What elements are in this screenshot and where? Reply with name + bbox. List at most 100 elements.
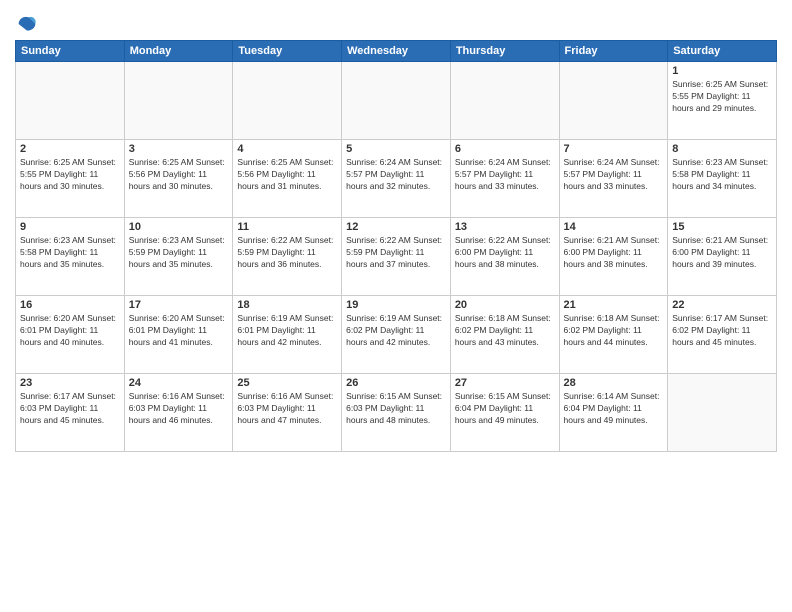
day-cell: 14 Sunrise: 6:21 AM Sunset: 6:00 PM Dayli… [559, 218, 668, 296]
day-number: 28 [564, 377, 664, 389]
day-cell: 9 Sunrise: 6:23 AM Sunset: 5:58 PM Daylig… [16, 218, 125, 296]
day-number: 11 [237, 221, 337, 233]
day-number: 22 [672, 299, 772, 311]
logo-icon [17, 14, 37, 34]
day-info: Sunrise: 6:22 AM Sunset: 6:00 PM Dayligh… [455, 235, 555, 271]
week-row-1: 1 Sunrise: 6:25 AM Sunset: 5:55 PM Daylig… [16, 62, 777, 140]
day-info: Sunrise: 6:24 AM Sunset: 5:57 PM Dayligh… [455, 157, 555, 193]
week-row-3: 9 Sunrise: 6:23 AM Sunset: 5:58 PM Daylig… [16, 218, 777, 296]
day-cell: 8 Sunrise: 6:23 AM Sunset: 5:58 PM Daylig… [668, 140, 777, 218]
day-cell: 5 Sunrise: 6:24 AM Sunset: 5:57 PM Daylig… [342, 140, 451, 218]
day-number: 6 [455, 143, 555, 155]
day-info: Sunrise: 6:23 AM Sunset: 5:58 PM Dayligh… [672, 157, 772, 193]
weekday-monday: Monday [124, 41, 233, 62]
day-number: 15 [672, 221, 772, 233]
day-number: 9 [20, 221, 120, 233]
day-cell: 26 Sunrise: 6:15 AM Sunset: 6:03 PM Dayli… [342, 374, 451, 452]
day-cell [668, 374, 777, 452]
day-number: 19 [346, 299, 446, 311]
weekday-wednesday: Wednesday [342, 41, 451, 62]
day-cell: 19 Sunrise: 6:19 AM Sunset: 6:02 PM Dayli… [342, 296, 451, 374]
day-number: 7 [564, 143, 664, 155]
day-number: 23 [20, 377, 120, 389]
weekday-thursday: Thursday [450, 41, 559, 62]
day-number: 13 [455, 221, 555, 233]
day-cell: 16 Sunrise: 6:20 AM Sunset: 6:01 PM Dayli… [16, 296, 125, 374]
day-info: Sunrise: 6:23 AM Sunset: 5:58 PM Dayligh… [20, 235, 120, 271]
weekday-sunday: Sunday [16, 41, 125, 62]
calendar-table: SundayMondayTuesdayWednesdayThursdayFrid… [15, 40, 777, 452]
day-cell: 24Sunrise: 6:16 AM Sunset: 6:03 PM Dayli… [124, 374, 233, 452]
day-number: 8 [672, 143, 772, 155]
day-info: Sunrise: 6:20 AM Sunset: 6:01 PM Dayligh… [20, 313, 120, 349]
day-cell: 3Sunrise: 6:25 AM Sunset: 5:56 PM Daylig… [124, 140, 233, 218]
day-info: Sunrise: 6:22 AM Sunset: 5:59 PM Dayligh… [237, 235, 337, 271]
day-cell [124, 62, 233, 140]
day-cell: 7 Sunrise: 6:24 AM Sunset: 5:57 PM Daylig… [559, 140, 668, 218]
day-info: Sunrise: 6:25 AM Sunset: 5:56 PM Dayligh… [129, 157, 229, 193]
day-cell: 2 Sunrise: 6:25 AM Sunset: 5:55 PM Daylig… [16, 140, 125, 218]
day-info: Sunrise: 6:16 AM Sunset: 6:03 PM Dayligh… [237, 391, 337, 427]
day-number: 2 [20, 143, 120, 155]
day-cell: 11 Sunrise: 6:22 AM Sunset: 5:59 PM Dayli… [233, 218, 342, 296]
day-info: Sunrise: 6:15 AM Sunset: 6:04 PM Dayligh… [455, 391, 555, 427]
weekday-saturday: Saturday [668, 41, 777, 62]
day-cell: 21 Sunrise: 6:18 AM Sunset: 6:02 PM Dayli… [559, 296, 668, 374]
day-cell [450, 62, 559, 140]
day-number: 1 [672, 65, 772, 77]
day-number: 21 [564, 299, 664, 311]
day-number: 5 [346, 143, 446, 155]
day-number: 24 [129, 377, 229, 389]
day-cell: 6 Sunrise: 6:24 AM Sunset: 5:57 PM Daylig… [450, 140, 559, 218]
day-info: Sunrise: 6:15 AM Sunset: 6:03 PM Dayligh… [346, 391, 446, 427]
day-number: 25 [237, 377, 337, 389]
day-info: Sunrise: 6:20 AM Sunset: 6:01 PM Dayligh… [129, 313, 229, 349]
day-info: Sunrise: 6:24 AM Sunset: 5:57 PM Dayligh… [564, 157, 664, 193]
day-cell: 22 Sunrise: 6:17 AM Sunset: 6:02 PM Dayli… [668, 296, 777, 374]
weekday-header-row: SundayMondayTuesdayWednesdayThursdayFrid… [16, 41, 777, 62]
day-number: 26 [346, 377, 446, 389]
logo [15, 14, 37, 34]
week-row-4: 16 Sunrise: 6:20 AM Sunset: 6:01 PM Dayli… [16, 296, 777, 374]
day-cell: 1 Sunrise: 6:25 AM Sunset: 5:55 PM Daylig… [668, 62, 777, 140]
day-number: 12 [346, 221, 446, 233]
day-cell: 15 Sunrise: 6:21 AM Sunset: 6:00 PM Dayli… [668, 218, 777, 296]
day-info: Sunrise: 6:14 AM Sunset: 6:04 PM Dayligh… [564, 391, 664, 427]
day-cell [342, 62, 451, 140]
day-cell: 25 Sunrise: 6:16 AM Sunset: 6:03 PM Dayli… [233, 374, 342, 452]
day-number: 16 [20, 299, 120, 311]
day-info: Sunrise: 6:21 AM Sunset: 6:00 PM Dayligh… [672, 235, 772, 271]
day-info: Sunrise: 6:24 AM Sunset: 5:57 PM Dayligh… [346, 157, 446, 193]
day-info: Sunrise: 6:19 AM Sunset: 6:01 PM Dayligh… [237, 313, 337, 349]
day-info: Sunrise: 6:18 AM Sunset: 6:02 PM Dayligh… [455, 313, 555, 349]
day-number: 10 [129, 221, 229, 233]
day-cell: 10 Sunrise: 6:23 AM Sunset: 5:59 PM Dayli… [124, 218, 233, 296]
day-info: Sunrise: 6:17 AM Sunset: 6:02 PM Dayligh… [672, 313, 772, 349]
day-number: 17 [129, 299, 229, 311]
day-number: 20 [455, 299, 555, 311]
day-info: Sunrise: 6:25 AM Sunset: 5:56 PM Dayligh… [237, 157, 337, 193]
day-info: Sunrise: 6:19 AM Sunset: 6:02 PM Dayligh… [346, 313, 446, 349]
day-cell: 23 Sunrise: 6:17 AM Sunset: 6:03 PM Dayli… [16, 374, 125, 452]
weekday-friday: Friday [559, 41, 668, 62]
day-info: Sunrise: 6:17 AM Sunset: 6:03 PM Dayligh… [20, 391, 120, 427]
day-number: 14 [564, 221, 664, 233]
week-row-5: 23 Sunrise: 6:17 AM Sunset: 6:03 PM Dayli… [16, 374, 777, 452]
day-cell: 20 Sunrise: 6:18 AM Sunset: 6:02 PM Dayli… [450, 296, 559, 374]
day-cell [233, 62, 342, 140]
day-info: Sunrise: 6:18 AM Sunset: 6:02 PM Dayligh… [564, 313, 664, 349]
weekday-tuesday: Tuesday [233, 41, 342, 62]
day-info: Sunrise: 6:23 AM Sunset: 5:59 PM Dayligh… [129, 235, 229, 271]
day-cell: 4 Sunrise: 6:25 AM Sunset: 5:56 PM Daylig… [233, 140, 342, 218]
day-number: 4 [237, 143, 337, 155]
day-cell: 18 Sunrise: 6:19 AM Sunset: 6:01 PM Dayli… [233, 296, 342, 374]
day-cell: 13 Sunrise: 6:22 AM Sunset: 6:00 PM Dayli… [450, 218, 559, 296]
day-info: Sunrise: 6:21 AM Sunset: 6:00 PM Dayligh… [564, 235, 664, 271]
day-cell: 28 Sunrise: 6:14 AM Sunset: 6:04 PM Dayli… [559, 374, 668, 452]
week-row-2: 2 Sunrise: 6:25 AM Sunset: 5:55 PM Daylig… [16, 140, 777, 218]
day-info: Sunrise: 6:25 AM Sunset: 5:55 PM Dayligh… [672, 79, 772, 115]
day-number: 18 [237, 299, 337, 311]
header [15, 10, 777, 34]
day-info: Sunrise: 6:25 AM Sunset: 5:55 PM Dayligh… [20, 157, 120, 193]
day-cell [559, 62, 668, 140]
